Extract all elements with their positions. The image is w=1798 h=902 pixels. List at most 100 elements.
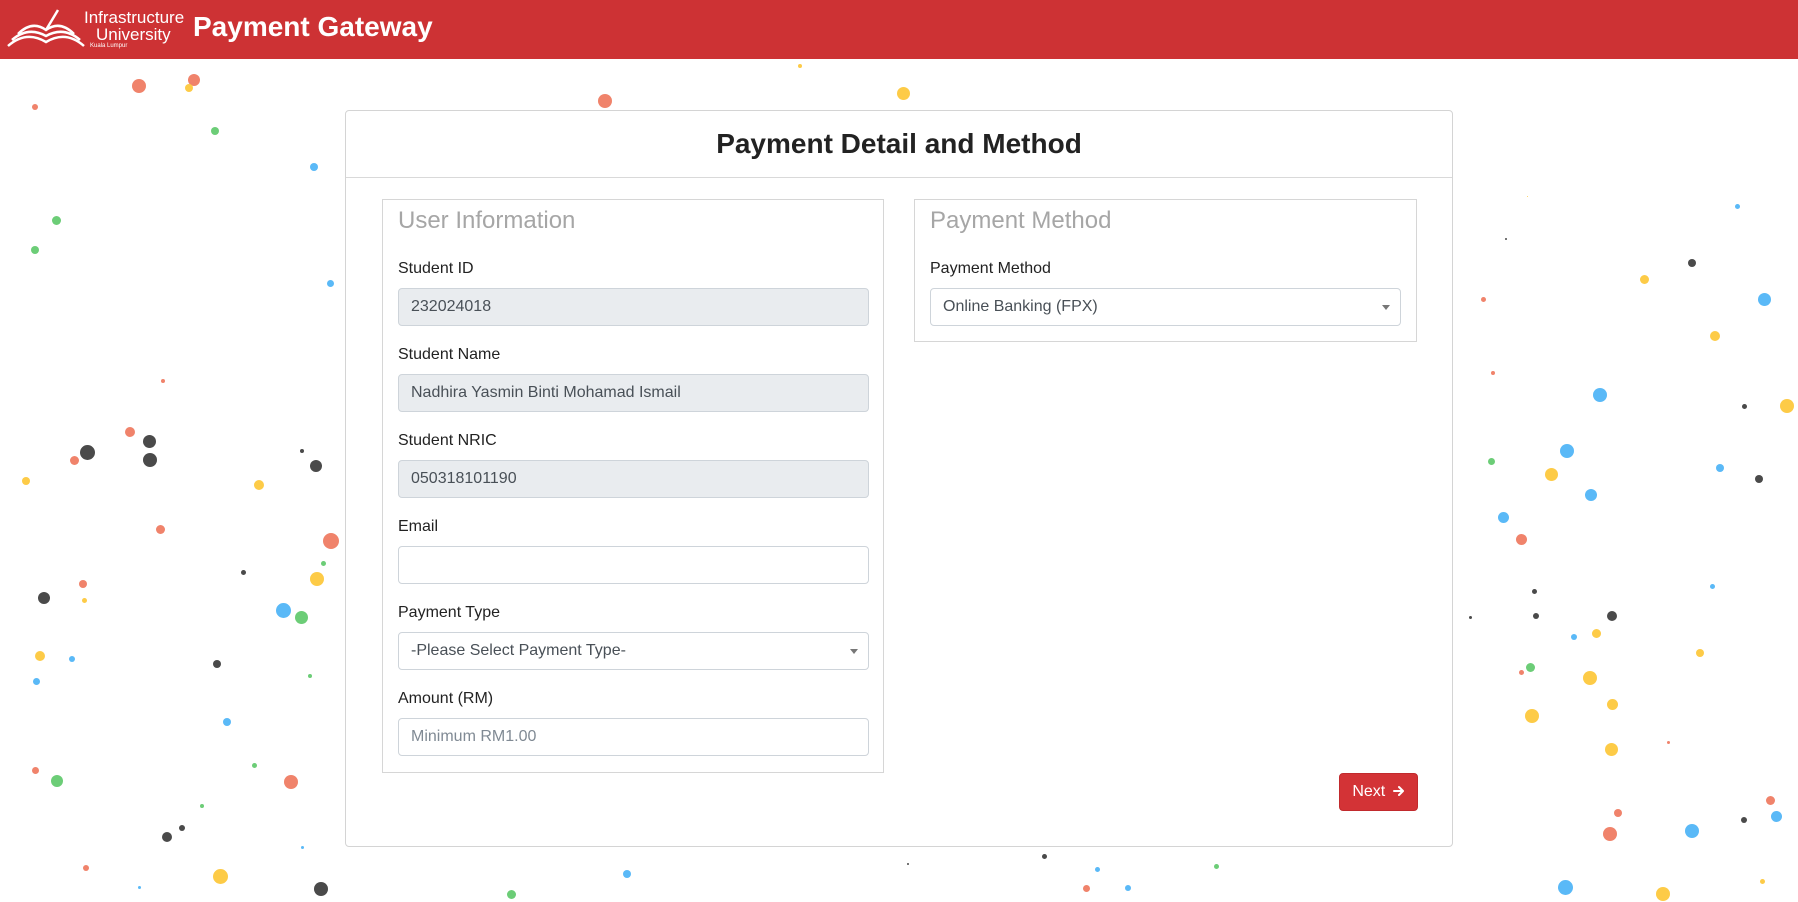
university-logo[interactable]: Infrastructure University Kuala Lumpur <box>6 6 184 52</box>
confetti-dot <box>314 882 328 896</box>
confetti-dot <box>81 597 87 603</box>
confetti-dot <box>1709 583 1715 589</box>
amount-label: Amount (RM) <box>398 690 494 707</box>
confetti-dot <box>1716 464 1724 472</box>
confetti-dot <box>69 455 79 465</box>
payment-method-section: Payment Method Payment Method Online Ban… <box>914 199 1417 342</box>
user-information-section: User Information Student ID 232024018 St… <box>382 199 884 773</box>
confetti-dot <box>1710 331 1720 341</box>
logo-text-line3: Kuala Lumpur <box>90 43 128 49</box>
confetti-dot <box>1770 810 1782 822</box>
confetti-dot <box>213 660 221 668</box>
confetti-dot <box>1531 588 1537 594</box>
confetti-dot <box>310 572 324 586</box>
confetti-dot <box>1593 388 1607 402</box>
student-id-label: Student ID <box>398 260 474 277</box>
confetti-dot <box>1666 740 1670 744</box>
confetti-dot <box>1734 203 1740 209</box>
student-name-field[interactable]: Nadhira Yasmin Binti Mohamad Ismail <box>398 374 869 412</box>
confetti-dot <box>1685 824 1699 838</box>
payment-method-select[interactable]: Online Banking (FPX) <box>930 288 1401 326</box>
confetti-dot <box>1560 444 1574 458</box>
confetti-dot <box>155 524 165 534</box>
payment-type-select[interactable]: -Please Select Payment Type- <box>398 632 869 670</box>
confetti-dot <box>284 775 298 789</box>
confetti-dot <box>1591 628 1601 638</box>
confetti-dot <box>1125 885 1131 891</box>
confetti-dot <box>896 86 910 100</box>
confetti-dot <box>1041 853 1047 859</box>
confetti-dot <box>1497 511 1509 523</box>
email-field[interactable] <box>398 546 869 584</box>
confetti-dot <box>1757 292 1771 306</box>
student-name-label: Student Name <box>398 346 501 363</box>
payment-type-label: Payment Type <box>398 604 500 621</box>
confetti-dot <box>1571 634 1577 640</box>
confetti-dot <box>1468 615 1472 619</box>
confetti-dot <box>798 64 802 68</box>
book-logo-icon <box>7 9 85 47</box>
confetti-dot <box>310 460 322 472</box>
top-navbar: Infrastructure University Kuala Lumpur P… <box>0 0 1798 59</box>
confetti-dot <box>623 870 631 878</box>
student-nric-field[interactable]: 050318101190 <box>398 460 869 498</box>
student-nric-label: Student NRIC <box>398 432 497 449</box>
confetti-dot <box>275 602 291 618</box>
confetti-dot <box>1518 669 1524 675</box>
confetti-dot <box>1607 611 1617 621</box>
confetti-dot <box>323 533 339 549</box>
confetti-dot <box>1094 866 1100 872</box>
confetti-dot <box>598 94 612 108</box>
payment-method-legend: Payment Method <box>930 207 1112 234</box>
confetti-dot <box>251 762 257 768</box>
confetti-dot <box>32 677 40 685</box>
confetti-dot <box>294 610 308 624</box>
confetti-dot <box>1604 742 1618 756</box>
confetti-dot <box>211 127 219 135</box>
confetti-dot <box>1525 709 1539 723</box>
confetti-dot <box>125 427 135 437</box>
app-title: Payment Gateway <box>193 11 433 42</box>
confetti-dot <box>35 651 45 661</box>
confetti-dot <box>1765 795 1775 805</box>
confetti-dot <box>137 885 141 889</box>
confetti-dot <box>310 163 318 171</box>
email-label: Email <box>398 518 439 535</box>
confetti-dot <box>240 569 246 575</box>
confetti-dot <box>185 84 193 92</box>
confetti-dot <box>300 449 304 453</box>
confetti-dot <box>79 444 95 460</box>
logo-text-line1: Infrastructure <box>84 8 185 27</box>
confetti-dot <box>51 215 61 225</box>
confetti-dot <box>51 775 63 787</box>
confetti-dot <box>320 560 326 566</box>
payment-method-selected: Online Banking (FPX) <box>943 298 1098 315</box>
payment-card: Payment Detail and Method User Informati… <box>345 110 1453 847</box>
confetti-dot <box>1741 403 1747 409</box>
confetti-dot <box>1759 878 1765 884</box>
confetti-dot <box>1603 827 1617 841</box>
confetti-dot <box>179 825 185 831</box>
confetti-dot <box>1526 195 1528 197</box>
confetti-dot <box>31 246 39 254</box>
confetti-dot <box>161 379 165 383</box>
confetti-dot <box>1585 489 1597 501</box>
confetti-dot <box>142 434 156 448</box>
confetti-dot <box>188 74 200 86</box>
confetti-dot <box>1639 274 1649 284</box>
confetti-dot <box>907 863 909 865</box>
confetti-dot <box>38 592 50 604</box>
confetti-dot <box>1696 649 1704 657</box>
confetti-dot <box>83 865 89 871</box>
confetti-dot <box>1544 467 1558 481</box>
confetti-dot <box>132 79 146 93</box>
confetti-dot <box>212 868 228 884</box>
student-id-field[interactable]: 232024018 <box>398 288 869 326</box>
confetti-dot <box>1557 879 1573 895</box>
next-button-label: Next <box>1352 783 1386 800</box>
confetti-dot <box>1656 887 1670 901</box>
confetti-dot <box>1480 296 1486 302</box>
next-button[interactable]: Next <box>1339 773 1418 811</box>
confetti-dot <box>1491 371 1495 375</box>
amount-field[interactable]: Minimum RM1.00 <box>398 718 869 756</box>
